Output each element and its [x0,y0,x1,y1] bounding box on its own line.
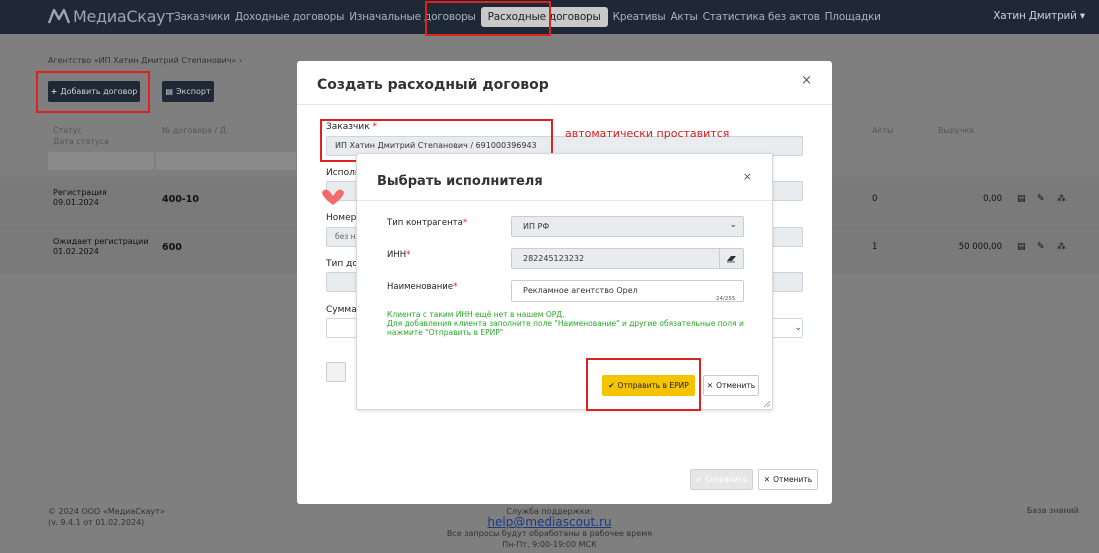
contract-type-label: Тип до [326,259,358,269]
column-header-revenue[interactable]: Выручка [938,126,974,135]
nav-item-stats-without-acts[interactable]: Статистика без актов [703,11,820,23]
user-menu[interactable]: Хатин Дмитрий ▾ [993,10,1085,22]
column-header-status[interactable]: Статус [53,126,82,135]
required-marker: * [453,282,458,292]
nav-item-acts[interactable]: Акты [670,11,697,23]
top-navbar: МедиаСкаут Заказчики Доходные договоры И… [0,0,1099,36]
nav-item-platforms[interactable]: Площадки [825,11,881,23]
modal-header: Создать расходный договор × [297,61,832,105]
annotation-highlight-add [36,71,150,113]
inn-label-text: ИНН [387,250,407,260]
document-icon[interactable]: ▤ [1017,194,1026,204]
inn-label: ИНН* [387,250,410,260]
column-header-acts[interactable]: Акты [872,126,893,135]
checkmark-annotation-icon [322,189,344,205]
row-status: Ожидает регистрации [53,237,149,246]
row-status-date: 09.01.2024 [53,198,99,207]
sum-label: Сумма [326,305,357,315]
resize-handle-icon[interactable] [764,401,770,407]
row-status: Регистрация [53,188,107,197]
info-line-2: Для добавления клиента заполните поле "Н… [387,319,744,337]
file-icon: ▤ [165,87,173,96]
hierarchy-icon[interactable]: ⁂ [1057,242,1066,252]
column-header-status-date[interactable]: Дата статуса [53,137,109,146]
row-status-date: 01.02.2024 [53,247,99,256]
mediascout-logo-icon [48,8,70,24]
row-contract-number: 600 [162,242,182,253]
knowledge-base-link[interactable]: База знаний [1027,506,1079,515]
close-icon[interactable]: × [743,170,752,183]
checkbox[interactable] [326,362,346,382]
close-icon: ✕ [763,475,771,484]
char-counter: 24/255 [716,296,736,302]
sub-cancel-label: Отменить [716,381,756,390]
support-email-link[interactable]: help@mediascout.ru [0,516,1099,528]
cancel-label: Отменить [773,475,813,484]
save-button[interactable]: ✔ Сохранить [690,469,753,490]
pencil-icon[interactable]: ✎ [1037,194,1046,204]
close-icon: ✕ [706,381,714,390]
required-marker: * [406,250,411,260]
pencil-icon[interactable]: ✎ [1037,242,1046,252]
row-revenue: 50 000,00 [958,242,1002,252]
support-hours: Пн-Пт, 9:00-19:00 МСК [502,540,597,549]
nav-item-creatives[interactable]: Креативы [613,11,666,23]
export-label: Экспорт [175,87,211,96]
info-line-1: Клиента с таким ИНН ещё нет в нашем ОРД. [387,310,565,319]
nav-item-income-contracts[interactable]: Доходные договоры [235,11,344,23]
check-icon: ✔ [695,475,703,484]
save-label: Сохранить [705,475,748,484]
column-header-contract-number[interactable]: № договора / Д. [162,126,229,135]
annotation-highlight-nav [425,1,551,36]
required-marker: * [462,218,468,228]
sub-cancel-button[interactable]: ✕ Отменить [703,375,759,396]
status-filter-input[interactable] [48,152,154,170]
brand[interactable]: МедиаСкаут [48,5,175,27]
number-label: Номер [326,213,357,223]
nav-item-customers[interactable]: Заказчики [174,11,230,23]
row-acts: 1 [872,242,878,252]
cancel-button[interactable]: ✕ Отменить [758,469,818,490]
modal-title: Создать расходный договор [317,77,549,93]
export-button[interactable]: ▤ Экспорт [162,81,214,102]
name-label-text: Наименование [387,282,454,292]
brand-name: МедиаСкаут [73,6,175,26]
name-field[interactable]: Рекламное агентство Орел [511,280,744,302]
select-executor-modal: Выбрать исполнителя × Тип контрагента* И… [356,153,773,411]
eraser-icon[interactable] [719,249,743,268]
support-note: Все запросы будут обработаны в рабочее в… [446,529,653,538]
counterparty-type-select[interactable]: ИП РФ ⌄ [511,216,744,237]
number-filter-input[interactable] [156,152,296,170]
sub-modal-header: Выбрать исполнителя × [357,154,772,201]
info-message: Клиента с таким ИНН ещё нет в нашем ОРД.… [387,310,747,337]
footer-support: Служба поддержки: help@mediascout.ru Все… [0,506,1099,550]
counterparty-type-value: ИП РФ [523,222,550,231]
annotation-auto-note: автоматически проставится [565,127,730,140]
inn-field[interactable]: 282245123232 [511,248,744,269]
document-icon[interactable]: ▤ [1017,242,1026,252]
chevron-down-icon: ⌄ [729,220,737,230]
eraser-glyph [727,255,736,262]
inn-value: 282245123232 [523,254,585,263]
send-to-erir-button[interactable]: ✔ Отправить в ЕРИР [602,375,695,396]
row-contract-number: 400-10 [162,194,199,205]
chevron-down-icon[interactable]: ⌄ [794,323,802,333]
counterparty-type-label: Тип контрагента* [387,218,467,228]
check-icon: ✔ [608,381,615,390]
send-to-erir-label: Отправить в ЕРИР [617,381,689,390]
hierarchy-icon[interactable]: ⁂ [1057,194,1066,204]
sub-modal-title: Выбрать исполнителя [377,174,543,189]
breadcrumb[interactable]: Агентство «ИП Хатин Дмитрий Степанович» … [48,56,242,65]
close-icon[interactable]: × [801,73,812,88]
name-label: Наименование* [387,282,457,292]
counterparty-type-label-text: Тип контрагента [387,218,463,228]
row-revenue: 0,00 [983,194,1002,204]
row-acts: 0 [872,194,878,204]
